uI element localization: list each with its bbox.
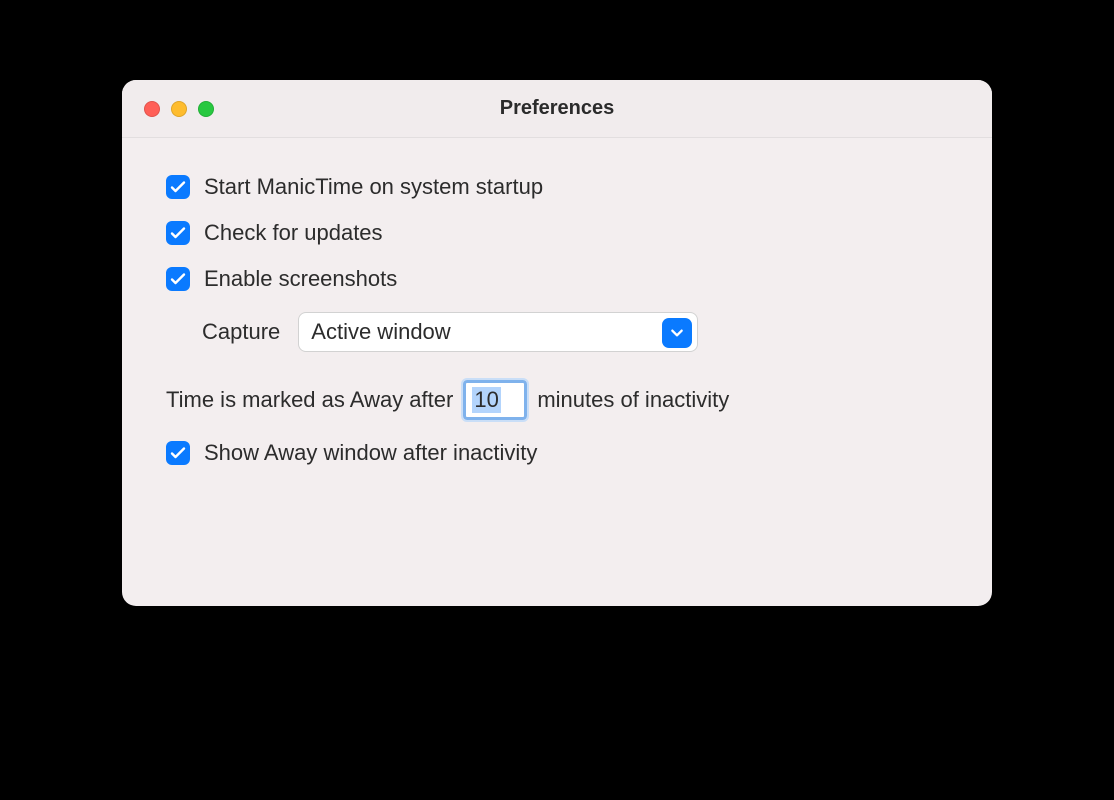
zoom-button[interactable] xyxy=(198,101,214,117)
capture-label: Capture xyxy=(202,319,280,345)
start-on-startup-checkbox[interactable] xyxy=(166,175,190,199)
preferences-window: Preferences Start ManicTime on system st… xyxy=(122,80,992,606)
enable-screenshots-checkbox[interactable] xyxy=(166,267,190,291)
traffic-lights xyxy=(144,101,214,117)
capture-dropdown[interactable]: Active window xyxy=(298,312,698,352)
capture-row: Capture Active window xyxy=(202,312,948,352)
away-prefix-text: Time is marked as Away after xyxy=(166,387,453,413)
content-area: Start ManicTime on system startup Check … xyxy=(122,138,992,606)
close-button[interactable] xyxy=(144,101,160,117)
start-on-startup-row: Start ManicTime on system startup xyxy=(166,174,948,200)
away-suffix-text: minutes of inactivity xyxy=(537,387,729,413)
enable-screenshots-label: Enable screenshots xyxy=(204,266,397,292)
minimize-button[interactable] xyxy=(171,101,187,117)
check-icon xyxy=(170,445,186,461)
check-updates-label: Check for updates xyxy=(204,220,383,246)
titlebar: Preferences xyxy=(122,80,992,138)
dropdown-indicator xyxy=(662,318,692,348)
away-minutes-input[interactable]: 10 xyxy=(463,380,527,420)
capture-selected-value: Active window xyxy=(311,319,450,345)
away-inactivity-row: Time is marked as Away after 10 minutes … xyxy=(166,380,948,420)
away-minutes-value: 10 xyxy=(472,387,500,413)
check-icon xyxy=(170,179,186,195)
show-away-window-checkbox[interactable] xyxy=(166,441,190,465)
window-title: Preferences xyxy=(122,97,992,120)
check-updates-row: Check for updates xyxy=(166,220,948,246)
check-updates-checkbox[interactable] xyxy=(166,221,190,245)
show-away-window-row: Show Away window after inactivity xyxy=(166,440,948,466)
chevron-down-icon xyxy=(670,326,684,340)
show-away-window-label: Show Away window after inactivity xyxy=(204,440,537,466)
check-icon xyxy=(170,271,186,287)
enable-screenshots-row: Enable screenshots xyxy=(166,266,948,292)
start-on-startup-label: Start ManicTime on system startup xyxy=(204,174,543,200)
check-icon xyxy=(170,225,186,241)
